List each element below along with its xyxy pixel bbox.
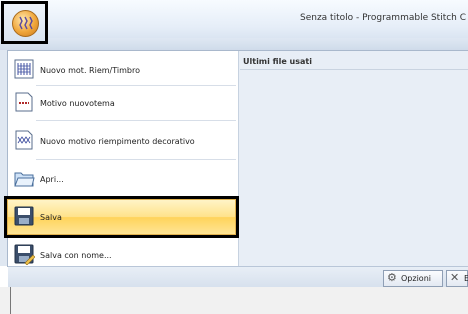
- workspace-area: [0, 287, 468, 314]
- menu-divider: [36, 85, 236, 86]
- menu-item-label: Nuovo mot. Riem/Timbro: [40, 66, 140, 75]
- ribbon-strip: [0, 38, 468, 50]
- open-folder-icon: [13, 167, 35, 189]
- floppy-save-as-icon: [13, 243, 36, 266]
- recent-header-divider: [240, 69, 468, 70]
- recent-files-header: Ultimi file usati: [243, 57, 312, 66]
- options-label: Opzioni: [401, 274, 431, 283]
- menu-item-label: Apri...: [40, 175, 64, 184]
- fill-stamp-pattern-icon: [13, 58, 35, 80]
- menu-item-label: Salva: [40, 213, 62, 222]
- application-button[interactable]: [1, 1, 48, 44]
- floppy-save-icon: [13, 205, 35, 227]
- menu-item-label: Nuovo motivo riempimento decorativo: [40, 137, 195, 146]
- menu-divider: [36, 159, 236, 160]
- recent-files-pane: [239, 51, 468, 266]
- exit-button[interactable]: ✕ E: [446, 270, 468, 287]
- close-icon: ✕: [450, 271, 460, 284]
- new-motif-icon: [13, 91, 35, 113]
- menu-item-label: Motivo nuovotema: [40, 99, 115, 108]
- menu-item-save[interactable]: Salva: [9, 202, 238, 232]
- options-button[interactable]: ⚙ Opzioni: [383, 270, 443, 287]
- decorative-fill-icon: [13, 129, 35, 151]
- menu-item-new-motif[interactable]: Motivo nuovotema: [9, 88, 238, 118]
- menu-item-open[interactable]: Apri...: [9, 164, 238, 194]
- window-title: Senza titolo - Programmable Stitch C: [300, 13, 467, 23]
- exit-label: E: [464, 274, 468, 283]
- menu-item-label: Salva con nome...: [40, 251, 112, 260]
- gear-icon: ⚙: [387, 271, 397, 284]
- app-logo-icon: [12, 10, 39, 37]
- menu-item-new-decorative-fill[interactable]: Nuovo motivo riempimento decorativo: [9, 126, 238, 156]
- menu-divider: [36, 120, 236, 121]
- workspace-ruler: [10, 287, 11, 314]
- menu-item-new-fill-stamp[interactable]: Nuovo mot. Riem/Timbro: [9, 55, 238, 85]
